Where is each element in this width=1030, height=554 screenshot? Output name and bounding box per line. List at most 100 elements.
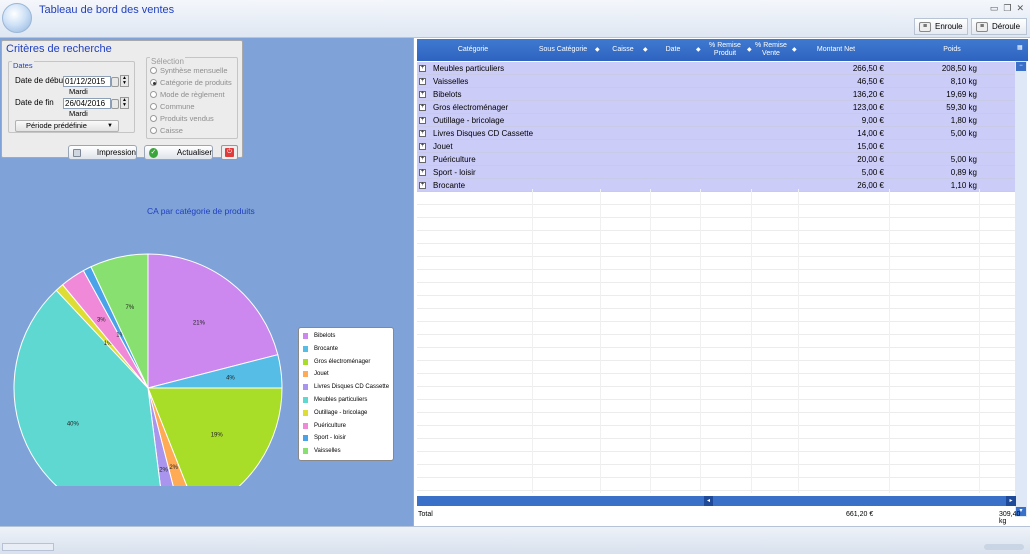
col-poids[interactable]: Poids [917, 39, 987, 61]
radio-label: Catégorie de produits [160, 78, 232, 87]
dates-group: Dates Date de début 01/12/2015 ▲ ▼ Mardi … [8, 61, 135, 133]
radio-icon [150, 127, 157, 134]
app-orb-icon[interactable] [2, 3, 32, 33]
slice-label: 2% [169, 465, 178, 471]
minimize-icon[interactable]: ▭ [990, 3, 999, 14]
col-categorie[interactable]: Catégorie [417, 39, 529, 61]
total-poids: 309,40 kg [999, 511, 1021, 525]
empty-row [417, 322, 1016, 335]
period-dropdown[interactable]: Période prédéfinie ▼ [15, 120, 119, 132]
radio-synthese-mensuelle[interactable]: Synthèse mensuelle [150, 66, 228, 75]
expand-row-icon[interactable]: + [419, 143, 426, 150]
table-row[interactable]: + Outillage - bricolage 9,00 € 1,80 kg [417, 114, 1016, 127]
filter-icon[interactable]: ◆ [595, 46, 600, 53]
horizontal-scrollbar[interactable]: ◂ ▸ [417, 496, 1016, 506]
cell-poids: 8,10 kg [950, 77, 977, 86]
legend-swatch [303, 422, 308, 429]
radio-categorie-produits[interactable]: Catégorie de produits [150, 78, 232, 87]
legend-item: Jouet [303, 371, 329, 378]
filter-icon[interactable]: ◆ [696, 46, 701, 53]
expand-row-icon[interactable]: + [419, 156, 426, 163]
col-date[interactable]: Date [653, 39, 693, 61]
column-chooser-icon[interactable]: ▦ [1017, 44, 1023, 51]
legend-swatch [303, 397, 308, 403]
end-calendar-icon[interactable] [111, 99, 119, 109]
legend-label: Bibelots [314, 333, 336, 339]
scroll-right-icon[interactable]: ▸ [1006, 496, 1016, 506]
start-date-input[interactable]: 01/12/2015 [63, 76, 111, 87]
enroule-button[interactable]: ≡ Enroule [914, 18, 968, 35]
radio-label: Produits vendus [160, 114, 214, 123]
close-criteria-button[interactable]: ⏻ [221, 145, 238, 160]
expand-row-icon[interactable]: + [419, 130, 426, 137]
col-sous-categorie[interactable]: Sous Catégorie [529, 39, 597, 61]
end-date-stepper[interactable]: ▲ ▼ [120, 97, 129, 109]
filter-icon[interactable]: ◆ [792, 46, 797, 53]
chart-title: CA par catégorie de produits [147, 206, 255, 216]
empty-row [417, 205, 1016, 218]
legend-item: Outillage - bricolage [303, 409, 367, 416]
scroll-left-icon[interactable]: ◂ [704, 496, 713, 506]
radio-commune[interactable]: Commune [150, 102, 195, 111]
cell-categorie: Brocante [433, 181, 466, 190]
start-day-name: Mardi [69, 87, 88, 96]
empty-row [417, 218, 1016, 231]
empty-row [417, 192, 1016, 205]
expand-row-icon[interactable]: + [419, 104, 426, 111]
table-row[interactable]: + Bibelots 136,20 € 19,69 kg [417, 88, 1016, 101]
radio-label: Synthèse mensuelle [160, 66, 228, 75]
vertical-scrollbar[interactable]: − ▾ [1015, 61, 1027, 517]
expand-row-icon[interactable]: + [419, 182, 426, 189]
end-date-input[interactable]: 26/04/2016 [63, 98, 111, 109]
col-caisse[interactable]: Caisse [603, 39, 643, 61]
expand-row-icon[interactable]: + [419, 78, 426, 85]
filter-icon[interactable]: ◆ [643, 46, 648, 53]
legend-swatch [303, 358, 308, 365]
expand-row-icon[interactable]: + [419, 65, 426, 72]
col-montant-net[interactable]: Montant Net [801, 39, 871, 61]
cell-categorie: Bibelots [433, 90, 462, 99]
refresh-button[interactable]: ✓ Actualiser [144, 145, 213, 160]
expand-row-icon[interactable]: + [419, 169, 426, 176]
legend-label: Livres Disques CD Cassette [314, 384, 390, 391]
start-date-stepper[interactable]: ▲ ▼ [120, 75, 129, 87]
table-row[interactable]: + Jouet 15,00 € [417, 140, 1016, 153]
legend-item: Gros électroménager [303, 358, 370, 365]
empty-row [417, 439, 1016, 452]
table-row[interactable]: + Vaisselles 46,50 € 8,10 kg [417, 75, 1016, 88]
deroule-button[interactable]: ≡ Déroule [971, 18, 1027, 35]
expand-row-icon[interactable]: + [419, 117, 426, 124]
expand-row-icon[interactable]: + [419, 91, 426, 98]
radio-icon [150, 67, 157, 74]
empty-row [417, 413, 1016, 426]
cell-montant-net: 14,00 € [857, 129, 884, 138]
cell-montant-net: 266,50 € [852, 64, 884, 73]
table-row[interactable]: + Meubles particuliers 266,50 € 208,50 kg [417, 62, 1016, 75]
col-remise-produit[interactable]: % Remise Produit [703, 39, 747, 61]
table-row[interactable]: + Livres Disques CD Cassette 14,00 € 5,00 k… [417, 127, 1016, 140]
empty-row [417, 296, 1016, 309]
print-button[interactable]: Impression [68, 145, 137, 160]
start-calendar-icon[interactable] [111, 77, 119, 87]
total-label: Total [418, 511, 433, 518]
col-remise-vente[interactable]: % Remise Vente [751, 39, 791, 61]
radio-produits-vendus[interactable]: Produits vendus [150, 114, 214, 123]
table-row[interactable]: + Gros électroménager 123,00 € 59,30 kg [417, 101, 1016, 114]
table-row[interactable]: + Puériculture 20,00 € 5,00 kg [417, 153, 1016, 166]
radio-mode-reglement[interactable]: Mode de règlement [150, 90, 225, 99]
empty-row [417, 270, 1016, 283]
legend-item: Vaisselles [303, 448, 341, 455]
close-icon[interactable]: ✕ [1016, 3, 1024, 14]
table-row[interactable]: + Brocante 26,00 € 1,10 kg [417, 179, 1016, 192]
restore-icon[interactable]: ❐ [1003, 3, 1011, 14]
table-row[interactable]: + Sport - loisir 5,00 € 0,89 kg [417, 166, 1016, 179]
slice-label: 7% [126, 305, 135, 311]
empty-row [417, 478, 1016, 491]
empty-row [417, 426, 1016, 439]
expand-icon: ≡ [976, 21, 988, 32]
cell-montant-net: 9,00 € [861, 116, 884, 125]
grid-line [751, 189, 752, 493]
radio-caisse[interactable]: Caisse [150, 126, 183, 135]
legend-item: Meubles particuliers [303, 397, 367, 403]
scroll-up-icon[interactable]: − [1016, 62, 1026, 71]
